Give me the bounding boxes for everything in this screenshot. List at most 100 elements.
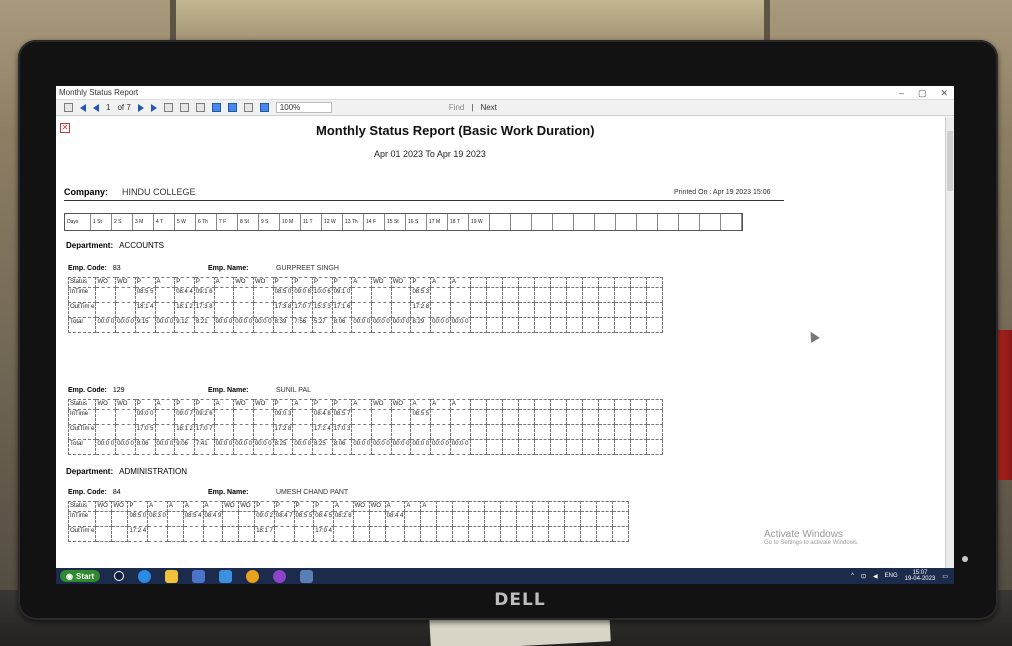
attendance-row: OutTim e 17:2 4 18:1 7 17:0 4 (67, 526, 630, 542)
attendance-cell (351, 424, 373, 440)
export-icon[interactable] (259, 103, 269, 112)
close-button[interactable]: ✕ (940, 86, 948, 100)
employee-header: Emp. Code: 129 Emp. Name: SUNIL PAL (68, 387, 468, 394)
attendance-cell: 00:0 0 (95, 439, 117, 455)
next-link[interactable]: Next (480, 103, 496, 112)
attendance-cell (182, 526, 204, 542)
attendance-empty-cell (517, 302, 535, 318)
language-indicator[interactable]: ENG (885, 573, 898, 579)
current-page-input[interactable]: 1 (106, 103, 110, 112)
vertical-scrollbar[interactable] (946, 117, 954, 569)
find-link[interactable]: Find (449, 103, 465, 112)
attendance-cell: P (193, 399, 215, 410)
notifications-icon[interactable]: ▭ (942, 573, 948, 580)
attendance-empty-cell (549, 409, 567, 425)
attendance-empty-cell (485, 439, 503, 455)
row-label: Total (67, 317, 97, 333)
attendance-cell (390, 409, 412, 425)
page-setup-icon[interactable] (243, 103, 253, 112)
print-layout-icon[interactable] (227, 103, 237, 112)
toggle-sidebar-icon[interactable] (64, 103, 73, 112)
attendance-cell (404, 526, 422, 542)
day-header-empty-cell (721, 214, 742, 230)
search-icon[interactable] (114, 571, 125, 581)
attendance-cell: 08:5 0 (272, 287, 294, 303)
attendance-cell: 00:0 0 (154, 317, 176, 333)
chevron-up-icon[interactable]: ^ (851, 573, 854, 579)
attendance-cell: 15:3 3 (312, 302, 333, 318)
attendance-empty-cell (533, 409, 551, 425)
attendance-empty-cell (612, 501, 630, 512)
attendance-empty-cell (596, 526, 614, 542)
attendance-cell: 8:21 (193, 317, 215, 333)
attendance-cell (115, 424, 136, 440)
attendance-cell: P (254, 501, 275, 512)
attendance-cell: WO (95, 501, 113, 512)
attendance-cell: 17:0 5 (134, 424, 156, 440)
attendance-cell (390, 287, 412, 303)
attendance-empty-cell (580, 526, 598, 542)
minimize-button[interactable]: – (899, 86, 904, 100)
mail-icon[interactable] (219, 569, 233, 583)
next-page-icon[interactable] (137, 103, 144, 112)
attendance-empty-cell (629, 439, 647, 455)
power-button[interactable] (962, 556, 968, 562)
attendance-cell (371, 424, 392, 440)
edge-browser-icon[interactable] (138, 569, 152, 583)
attendance-empty-cell (597, 399, 615, 410)
chrome-icon[interactable] (246, 569, 260, 583)
attendance-cell (111, 526, 129, 542)
network-icon[interactable]: ⊡ (861, 573, 866, 580)
stop-icon[interactable] (179, 103, 189, 112)
previous-page-icon[interactable] (93, 103, 99, 112)
attendance-cell: WO (111, 501, 129, 512)
attendance-empty-cell (581, 317, 599, 333)
attendance-empty-cell (469, 317, 487, 333)
maximize-button[interactable]: ▢ (918, 86, 927, 100)
attendance-cell: A (410, 399, 432, 410)
attendance-empty-cell (469, 287, 487, 303)
attendance-cell: 8:39 (272, 317, 294, 333)
zoom-select[interactable]: 100% (275, 102, 332, 113)
attendance-app-icon[interactable] (273, 569, 287, 583)
attendance-empty-cell (581, 424, 599, 440)
attendance-cell (252, 409, 274, 425)
attendance-cell (252, 424, 274, 440)
refresh-icon[interactable] (195, 103, 205, 112)
screen: Monthly Status Report – ▢ ✕ 1 of 7 100% … (56, 86, 954, 584)
attendance-row: OutTim e 18:1 4 18:1 2 17:3 8 17:3 8 17:0 7 15… (67, 302, 663, 318)
attendance-table: Status WO WO P A A A A WO WO P P P P A WO WO A A A InTime 08:… (67, 501, 630, 542)
print-icon[interactable] (211, 103, 221, 112)
attendance-cell (154, 302, 176, 318)
back-icon[interactable] (163, 103, 173, 112)
attendance-empty-cell (485, 424, 503, 440)
attendance-empty-cell (501, 399, 519, 410)
scrollbar-thumb[interactable] (947, 131, 953, 191)
department-label: Department: (66, 241, 114, 250)
close-report-icon[interactable]: ✕ (60, 123, 70, 133)
employee-code-label: Emp. Code: (68, 387, 107, 394)
attendance-cell (410, 424, 432, 440)
report-app-icon[interactable] (300, 569, 314, 583)
store-icon[interactable] (192, 569, 206, 583)
volume-icon[interactable]: ◀ (873, 573, 878, 580)
start-button[interactable]: ◉ Start (60, 570, 101, 582)
attendance-cell (449, 409, 471, 425)
attendance-cell: 08:2 8 (332, 511, 354, 527)
last-page-icon[interactable] (150, 103, 157, 112)
attendance-cell: 09:0 3 (272, 409, 294, 425)
attendance-cell (115, 287, 136, 303)
attendance-cell: P (331, 277, 353, 288)
clock[interactable]: 15:07 19-04-2023 (905, 570, 936, 582)
attendance-empty-cell (452, 501, 470, 512)
attendance-empty-cell (485, 409, 503, 425)
toolbar-separator: | (471, 103, 474, 112)
employee-name: GURPREET SINGH (276, 265, 339, 272)
file-explorer-icon[interactable] (165, 569, 179, 583)
attendance-empty-cell (548, 501, 566, 512)
attendance-empty-cell (581, 302, 599, 318)
first-page-icon[interactable] (80, 103, 86, 112)
monitor-brand-logo: DELL (494, 590, 546, 610)
attendance-empty-cell (565, 439, 583, 455)
attendance-empty-cell (645, 302, 663, 318)
